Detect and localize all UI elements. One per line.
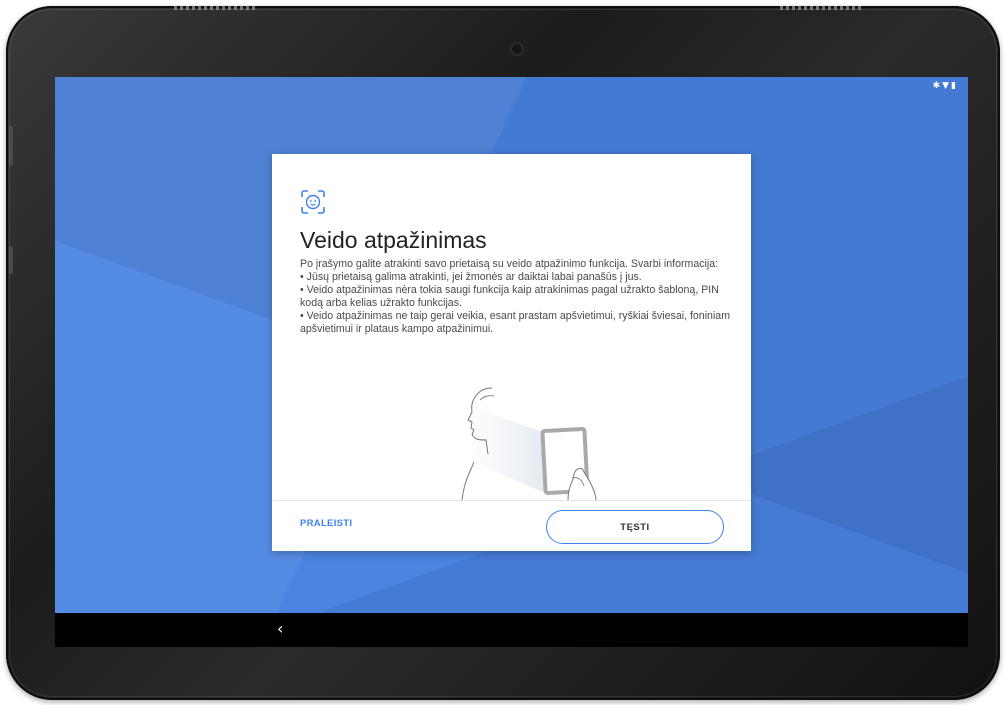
status-bar: ✱▼▮ — [933, 81, 958, 91]
front-camera — [512, 44, 522, 54]
speaker-grille-left — [174, 6, 258, 10]
bullet-item: • Jūsų prietaisą galima atrakinti, jei ž… — [300, 271, 642, 283]
dialog-body: Po įrašymo galite atrakinti savo prietai… — [300, 258, 740, 336]
speaker-grille-right — [780, 6, 864, 10]
face-recognition-dialog: Veido atpažinimas Po įrašymo galite atra… — [272, 154, 751, 551]
bullet-item: • Veido atpažinimas nėra tokia saugi fun… — [300, 284, 719, 309]
back-button[interactable]: ‹ — [277, 619, 283, 639]
dialog-title: Veido atpažinimas — [300, 227, 487, 253]
bluetooth-icon: ✱ — [932, 81, 943, 91]
volume-button — [9, 126, 13, 166]
intro-paragraph: Po įrašymo galite atrakinti savo prietai… — [300, 258, 719, 270]
navigation-bar: ‹ — [55, 613, 968, 647]
face-recognition-icon — [301, 190, 325, 214]
bullet-item: • Veido atpažinimas ne taip gerai veikia… — [300, 310, 731, 335]
continue-button[interactable]: TĘSTI — [546, 510, 724, 544]
power-button — [9, 246, 13, 274]
skip-button[interactable]: PRALEISTI — [300, 518, 352, 529]
divider — [272, 500, 751, 501]
face-scan-illustration — [461, 387, 597, 500]
screen: ✱▼▮ Veido atpažinimas Po įrašymo galite … — [55, 77, 968, 647]
wifi-icon: ▼ — [942, 81, 952, 91]
battery-icon: ▮ — [951, 81, 958, 91]
